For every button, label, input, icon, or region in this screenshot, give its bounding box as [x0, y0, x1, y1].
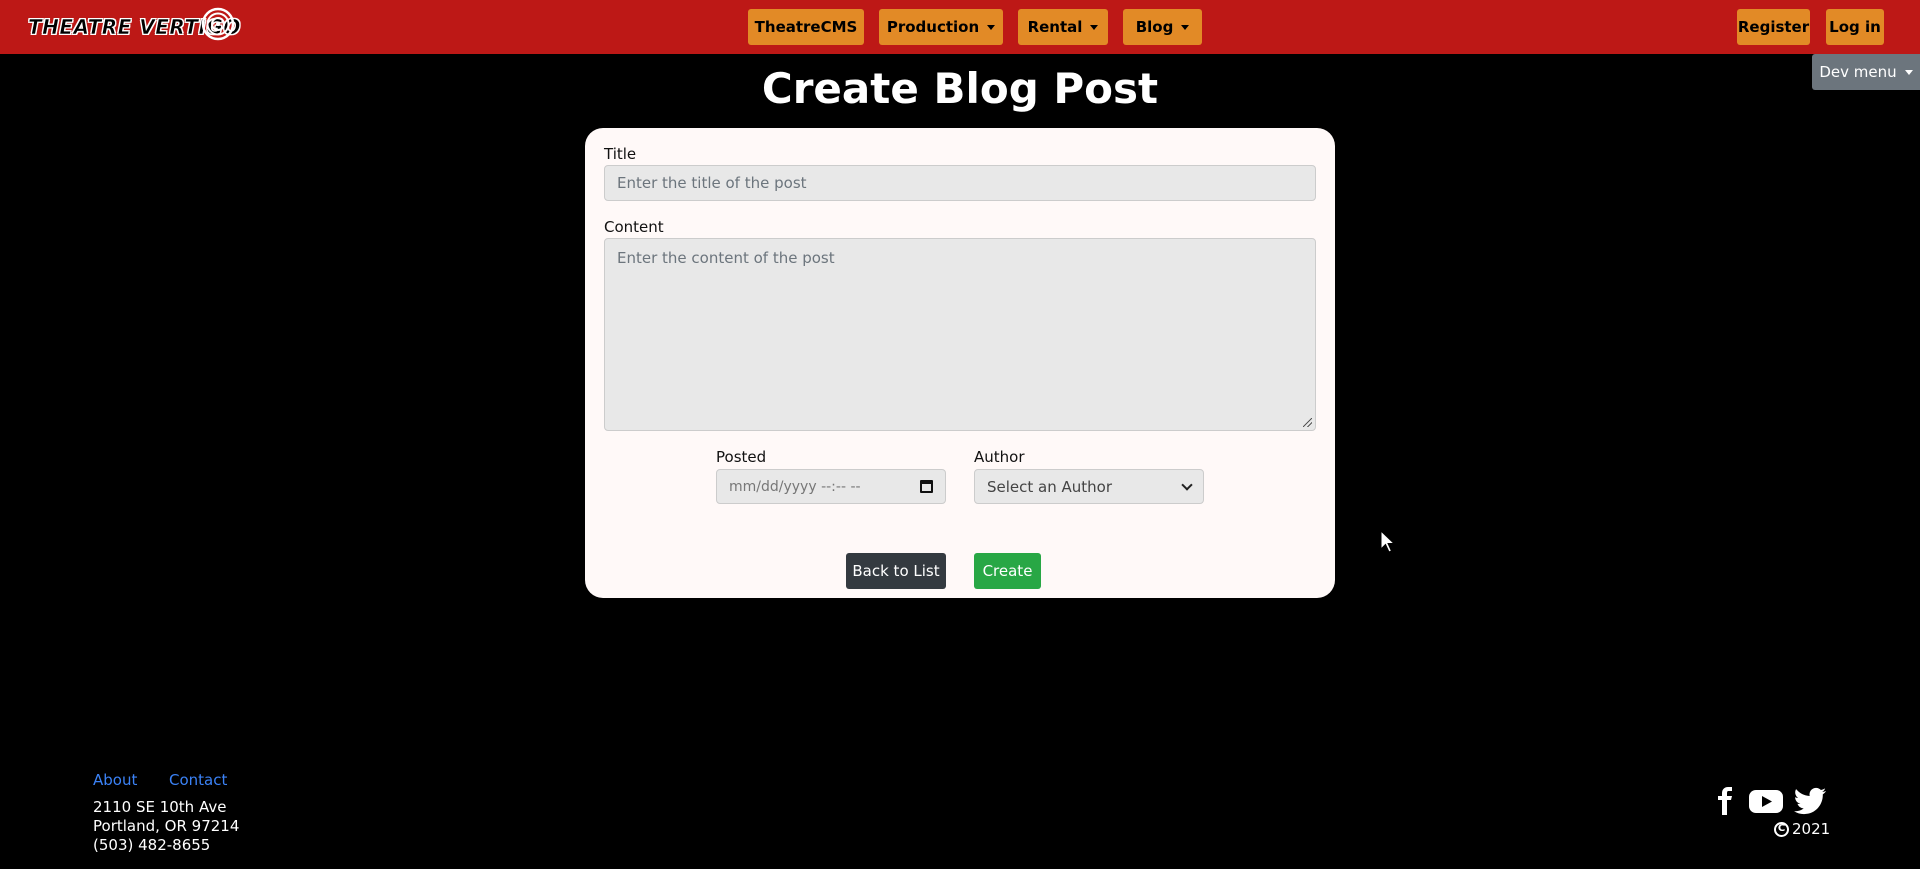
calendar-icon[interactable]: [920, 480, 933, 493]
page-title: Create Blog Post: [761, 64, 1159, 113]
facebook-icon[interactable]: [1713, 787, 1737, 815]
content-label: Content: [604, 218, 664, 236]
posted-placeholder: mm/dd/yyyy --:-- --: [729, 478, 861, 495]
title-placeholder: Enter the title of the post: [617, 174, 807, 192]
nav-production-dropdown[interactable]: Production: [879, 9, 1003, 45]
caret-down-icon: [1090, 24, 1099, 30]
posted-datetime-input[interactable]: mm/dd/yyyy --:-- --: [716, 469, 946, 504]
content-textarea[interactable]: Enter the content of the post: [604, 238, 1316, 431]
login-label: Log in: [1829, 18, 1881, 36]
login-button[interactable]: Log in: [1826, 9, 1884, 45]
resize-handle-icon[interactable]: [1303, 418, 1312, 427]
theatre-vertigo-logo[interactable]: THEATRE VERTIGO: [28, 7, 241, 43]
copyright-icon: C: [1774, 821, 1789, 837]
nav-production-label: Production: [886, 18, 980, 36]
title-label: Title: [604, 145, 637, 163]
nav-rental-dropdown[interactable]: Rental: [1018, 9, 1108, 45]
address-line1: 2110 SE 10th Ave: [93, 798, 227, 816]
author-label: Author: [974, 448, 1025, 466]
content-placeholder: Enter the content of the post: [617, 249, 835, 267]
title-input[interactable]: Enter the title of the post: [604, 165, 1316, 201]
copyright: C 2021: [1774, 820, 1830, 838]
caret-down-icon: [1181, 24, 1190, 30]
caret-down-icon: [987, 24, 996, 30]
footer-about-link[interactable]: About: [93, 771, 137, 789]
logo-swirl-icon: [201, 7, 235, 41]
nav-blog-dropdown[interactable]: Blog: [1123, 9, 1202, 45]
back-to-list-button[interactable]: Back to List: [846, 553, 946, 589]
nav-theatrecms-button[interactable]: TheatreCMS: [748, 9, 864, 45]
twitter-icon[interactable]: [1793, 787, 1827, 815]
mouse-pointer-icon: [1380, 530, 1396, 553]
phone-number: (503) 482-8655: [93, 836, 211, 854]
top-navbar: THEATRE VERTIGO TheatreCMS Production Re…: [0, 0, 1920, 54]
author-selected-value: Select an Author: [987, 477, 1113, 496]
footer-contact-link[interactable]: Contact: [169, 771, 227, 789]
back-to-list-label: Back to List: [852, 562, 940, 580]
register-label: Register: [1737, 18, 1810, 36]
nav-blog-label: Blog: [1135, 18, 1174, 36]
footer-address: 2110 SE 10th Ave Portland, OR 97214 (503…: [93, 798, 239, 855]
posted-label: Posted: [716, 448, 767, 466]
create-label: Create: [982, 562, 1033, 580]
nav-rental-label: Rental: [1027, 18, 1083, 36]
youtube-icon[interactable]: [1748, 787, 1784, 815]
register-button[interactable]: Register: [1737, 9, 1810, 45]
chevron-down-icon: [1181, 478, 1193, 491]
author-select[interactable]: Select an Author: [974, 469, 1204, 504]
create-post-form: Title Enter the title of the post Conten…: [585, 128, 1335, 598]
nav-theatrecms-label: TheatreCMS: [754, 18, 858, 36]
copyright-year: 2021: [1792, 820, 1831, 838]
create-button[interactable]: Create: [974, 553, 1041, 589]
address-line2: Portland, OR 97214: [93, 817, 240, 835]
